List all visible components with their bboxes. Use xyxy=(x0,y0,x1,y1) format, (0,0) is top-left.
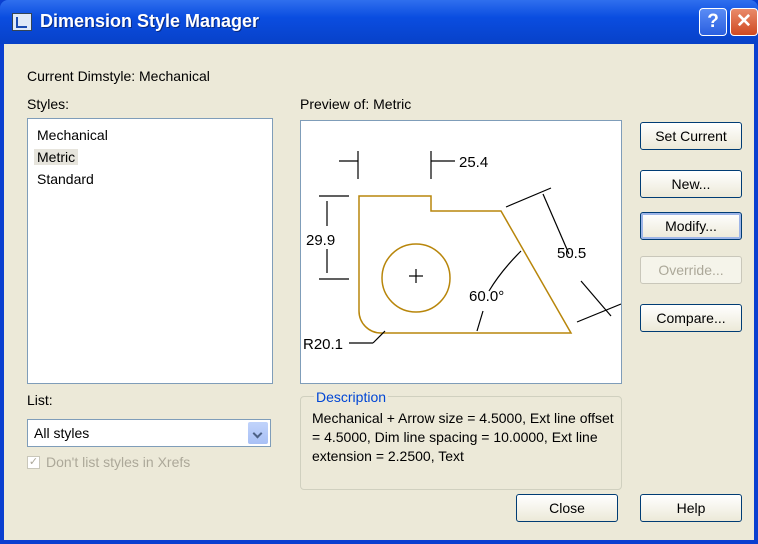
styles-label: Styles: xyxy=(27,96,70,112)
dim-25-4: 25.4 xyxy=(459,154,488,171)
app-icon xyxy=(12,13,32,31)
window-title: Dimension Style Manager xyxy=(40,11,260,31)
window-border-bottom xyxy=(0,540,758,544)
modify-button[interactable]: Modify... xyxy=(640,212,742,240)
help-icon[interactable]: ? xyxy=(699,8,727,36)
dimension-preview-drawing: 25.4 29.9 50.5 60.0° R20.1 xyxy=(303,151,622,353)
set-current-button[interactable]: Set Current xyxy=(640,122,742,150)
list-item[interactable]: Mechanical xyxy=(34,127,111,143)
dim-60-deg: 60.0° xyxy=(469,288,504,305)
dialog-window: Dimension Style Manager ? ✕ Current Dims… xyxy=(0,0,758,544)
list-filter-select[interactable]: All styles xyxy=(27,419,271,447)
list-filter-value: All styles xyxy=(34,425,90,441)
dim-r20-1: R20.1 xyxy=(303,336,343,353)
preview-panel: 25.4 29.9 50.5 60.0° R20.1 xyxy=(300,120,622,384)
compare-button[interactable]: Compare... xyxy=(640,304,742,332)
override-button[interactable]: Override... xyxy=(640,256,742,284)
close-button[interactable]: Close xyxy=(516,494,618,522)
title-bar[interactable]: Dimension Style Manager ? ✕ xyxy=(0,0,758,44)
current-dimstyle-label: Current Dimstyle: Mechanical xyxy=(27,68,210,84)
description-text: Mechanical + Arrow size = 4.5000, Ext li… xyxy=(312,410,614,464)
new-button[interactable]: New... xyxy=(640,170,742,198)
close-icon[interactable]: ✕ xyxy=(730,8,758,36)
help-button[interactable]: Help xyxy=(640,494,742,522)
list-item[interactable]: Standard xyxy=(34,171,97,187)
xrefs-checkbox-label: Don't list styles in Xrefs xyxy=(46,454,191,470)
description-title: Description xyxy=(314,389,389,405)
styles-listbox[interactable]: Mechanical Metric Standard xyxy=(27,118,273,384)
list-label: List: xyxy=(27,392,53,408)
dialog-body: Current Dimstyle: Mechanical Styles: Mec… xyxy=(4,44,754,540)
xrefs-checkbox[interactable]: ✓ xyxy=(27,456,40,469)
preview-label: Preview of: Metric xyxy=(300,96,412,112)
dim-29-9: 29.9 xyxy=(306,232,335,249)
list-item[interactable]: Metric xyxy=(34,149,79,165)
chevron-down-icon[interactable] xyxy=(248,422,268,444)
dim-50-5: 50.5 xyxy=(557,245,586,262)
